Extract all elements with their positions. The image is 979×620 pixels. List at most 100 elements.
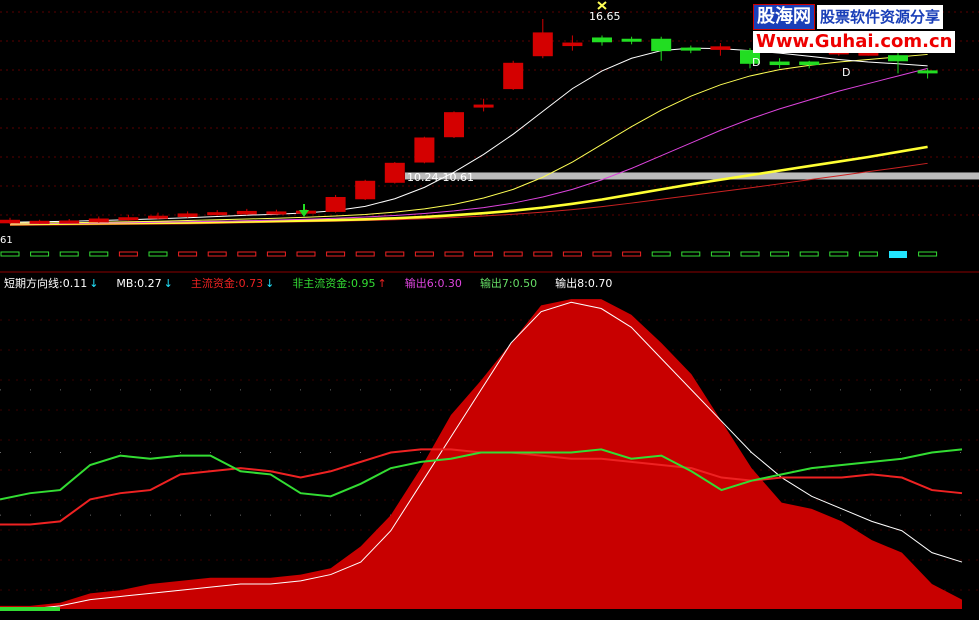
- indicator-legend: 短期方向线:0.11 ↓ MB:0.27 ↓ 主流资金:0.73 ↓ 非主流资金:0.95 ↑…: [4, 276, 630, 292]
- signal-cell: [237, 251, 257, 257]
- signal-cell: [503, 251, 523, 257]
- price-band-bar: [405, 172, 979, 180]
- candle-body: [710, 46, 731, 50]
- d-marker-2: D: [842, 66, 850, 79]
- price-band: [405, 172, 979, 180]
- d-marker-1: D: [752, 56, 760, 69]
- ma-yellow-line: [9, 53, 928, 224]
- legend-label: 短期方向线:0.11: [4, 277, 88, 290]
- legend-label: 非主流资金:0.95: [292, 277, 376, 290]
- candle-body: [207, 212, 228, 216]
- signal-cell: [710, 251, 730, 257]
- signal-strip: [0, 251, 938, 258]
- candle-body: [59, 220, 80, 224]
- candle-body: [562, 42, 583, 47]
- signal-cell: [266, 251, 286, 257]
- legend-label: MB:0.27: [116, 277, 162, 290]
- signal-cell: [651, 251, 671, 257]
- signal-cell: [533, 251, 553, 257]
- legend-label: 输出6:0.30: [404, 277, 462, 290]
- signal-cell: [385, 251, 405, 257]
- candle-body: [414, 137, 435, 163]
- candle-body: [769, 61, 790, 66]
- signal-cell: [148, 251, 168, 257]
- legend-arrow-icon: ↓: [163, 277, 173, 290]
- candle-body: [177, 213, 198, 217]
- ma-magenta-line: [9, 67, 928, 225]
- candle-body: [532, 32, 553, 57]
- candle-body: [355, 180, 376, 200]
- legend-item: 非主流资金:0.95 ↑: [292, 277, 388, 290]
- candle-body: [0, 219, 20, 224]
- candle-body: [503, 62, 524, 90]
- signal-cell: [740, 251, 760, 257]
- candle-body: [888, 55, 908, 62]
- candle-body: [325, 196, 346, 212]
- legend-item: MB:0.27 ↓: [116, 277, 174, 290]
- signal-cell: [858, 251, 878, 257]
- signal-cell: [799, 251, 819, 257]
- candle-body: [266, 211, 287, 215]
- signal-cell: [355, 251, 375, 257]
- signal-cell: [0, 251, 20, 257]
- legend-arrow-icon: ↓: [89, 277, 99, 290]
- signal-cell: [296, 251, 316, 257]
- signal-cell: [474, 251, 494, 257]
- candle-body: [236, 210, 257, 215]
- candle-body: [592, 37, 612, 43]
- signal-cell: [592, 251, 612, 257]
- ma-thick-line: [9, 145, 928, 226]
- signal-cell: [89, 251, 109, 257]
- watermark-url: Www.Guhai.com.cn: [753, 31, 956, 53]
- legend-label: 输出8:0.70: [555, 277, 613, 290]
- legend-item: 主流资金:0.73 ↓: [191, 277, 276, 290]
- candle-body: [917, 70, 938, 74]
- high-price-label: 16.65: [589, 10, 621, 23]
- area-fill: [0, 299, 962, 609]
- signal-cell: [326, 251, 346, 257]
- high-cross-icon: [597, 1, 607, 10]
- signal-cell: [622, 251, 642, 257]
- legend-arrow-icon: ↓: [265, 277, 275, 290]
- candle-body: [680, 47, 701, 51]
- candle-body: [118, 217, 139, 221]
- signal-cell: [444, 251, 464, 257]
- left-edge-price-label: 61: [0, 235, 13, 246]
- legend-item: 输出7:0.50: [480, 277, 539, 290]
- stock-chart: 16.65 10.24-10.61 61 D D: [0, 1, 979, 611]
- signal-cell: [918, 251, 938, 257]
- signal-cell: [681, 251, 701, 257]
- legend-label: 主流资金:0.73: [190, 277, 264, 290]
- candle-body: [799, 61, 820, 66]
- candle-body: [621, 38, 642, 42]
- indicator-area: [0, 299, 962, 609]
- band-price-label: 10.24-10.61: [407, 171, 474, 184]
- legend-item: 输出8:0.70: [555, 277, 614, 290]
- signal-cell: [770, 251, 790, 257]
- watermark: 股海网 股票软件资源分享 Www.Guhai.com.cn: [753, 4, 975, 54]
- signal-cell: [178, 251, 198, 257]
- legend-item: 输出6:0.30: [405, 277, 464, 290]
- candle-body: [651, 38, 672, 52]
- candle-body: [384, 162, 405, 183]
- signal-cell: [889, 251, 907, 258]
- legend-label: 输出7:0.50: [479, 277, 538, 290]
- signal-cell: [30, 251, 50, 257]
- moving-averages: [9, 47, 928, 226]
- ma-white-line: [9, 47, 928, 223]
- candle-body: [148, 215, 168, 219]
- legend-item: 短期方向线:0.11 ↓: [4, 277, 100, 290]
- watermark-slogan: 股票软件资源分享: [817, 5, 944, 29]
- signal-cell: [829, 251, 849, 257]
- watermark-brand: 股海网: [753, 4, 815, 30]
- candle-body: [473, 104, 494, 108]
- signal-cell: [414, 251, 434, 257]
- candle-body: [29, 220, 50, 224]
- signal-cell: [59, 251, 79, 257]
- signal-cell: [118, 251, 138, 257]
- candle-body: [88, 218, 109, 223]
- legend-arrow-icon: ↑: [377, 277, 387, 290]
- signal-cell: [207, 251, 227, 257]
- candle-body: [444, 112, 464, 138]
- signal-cell: [562, 251, 582, 257]
